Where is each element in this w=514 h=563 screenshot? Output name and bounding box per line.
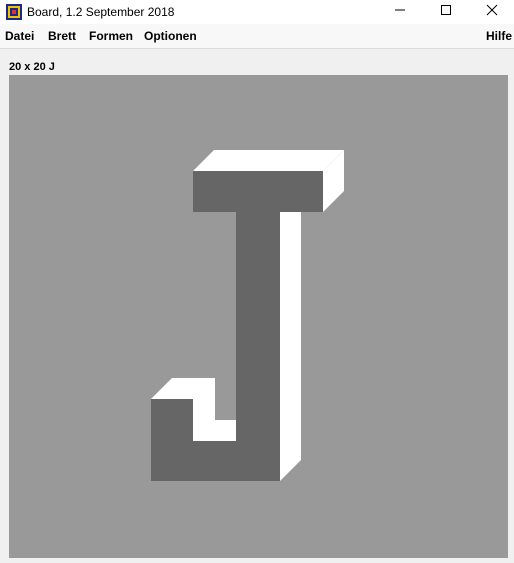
menu-brett[interactable]: Brett	[48, 29, 76, 43]
letter-j-shape	[151, 150, 344, 481]
menu-hilfe[interactable]: Hilfe	[486, 29, 512, 43]
menu-optionen[interactable]: Optionen	[144, 29, 197, 43]
menu-formen[interactable]: Formen	[89, 29, 133, 43]
close-button[interactable]	[469, 0, 514, 24]
j-top-face	[193, 150, 344, 171]
minimize-icon	[394, 3, 406, 21]
window-title: Board, 1.2 September 2018	[27, 5, 175, 19]
menu-datei[interactable]: Datei	[5, 29, 34, 43]
menu-bar: Datei Brett Formen Optionen Hilfe	[0, 24, 514, 49]
j-hook-inner-face	[193, 399, 236, 441]
maximize-icon	[440, 3, 452, 21]
j-stem-side-face	[280, 212, 301, 481]
board-label: 20 x 20 J	[9, 61, 55, 73]
board-app-icon	[6, 4, 22, 20]
board-canvas[interactable]	[9, 75, 508, 558]
maximize-button[interactable]	[423, 0, 469, 24]
minimize-button[interactable]	[377, 0, 423, 24]
title-bar[interactable]: Board, 1.2 September 2018	[0, 0, 514, 24]
j-hook-top-face	[151, 378, 215, 399]
close-icon	[486, 3, 498, 21]
